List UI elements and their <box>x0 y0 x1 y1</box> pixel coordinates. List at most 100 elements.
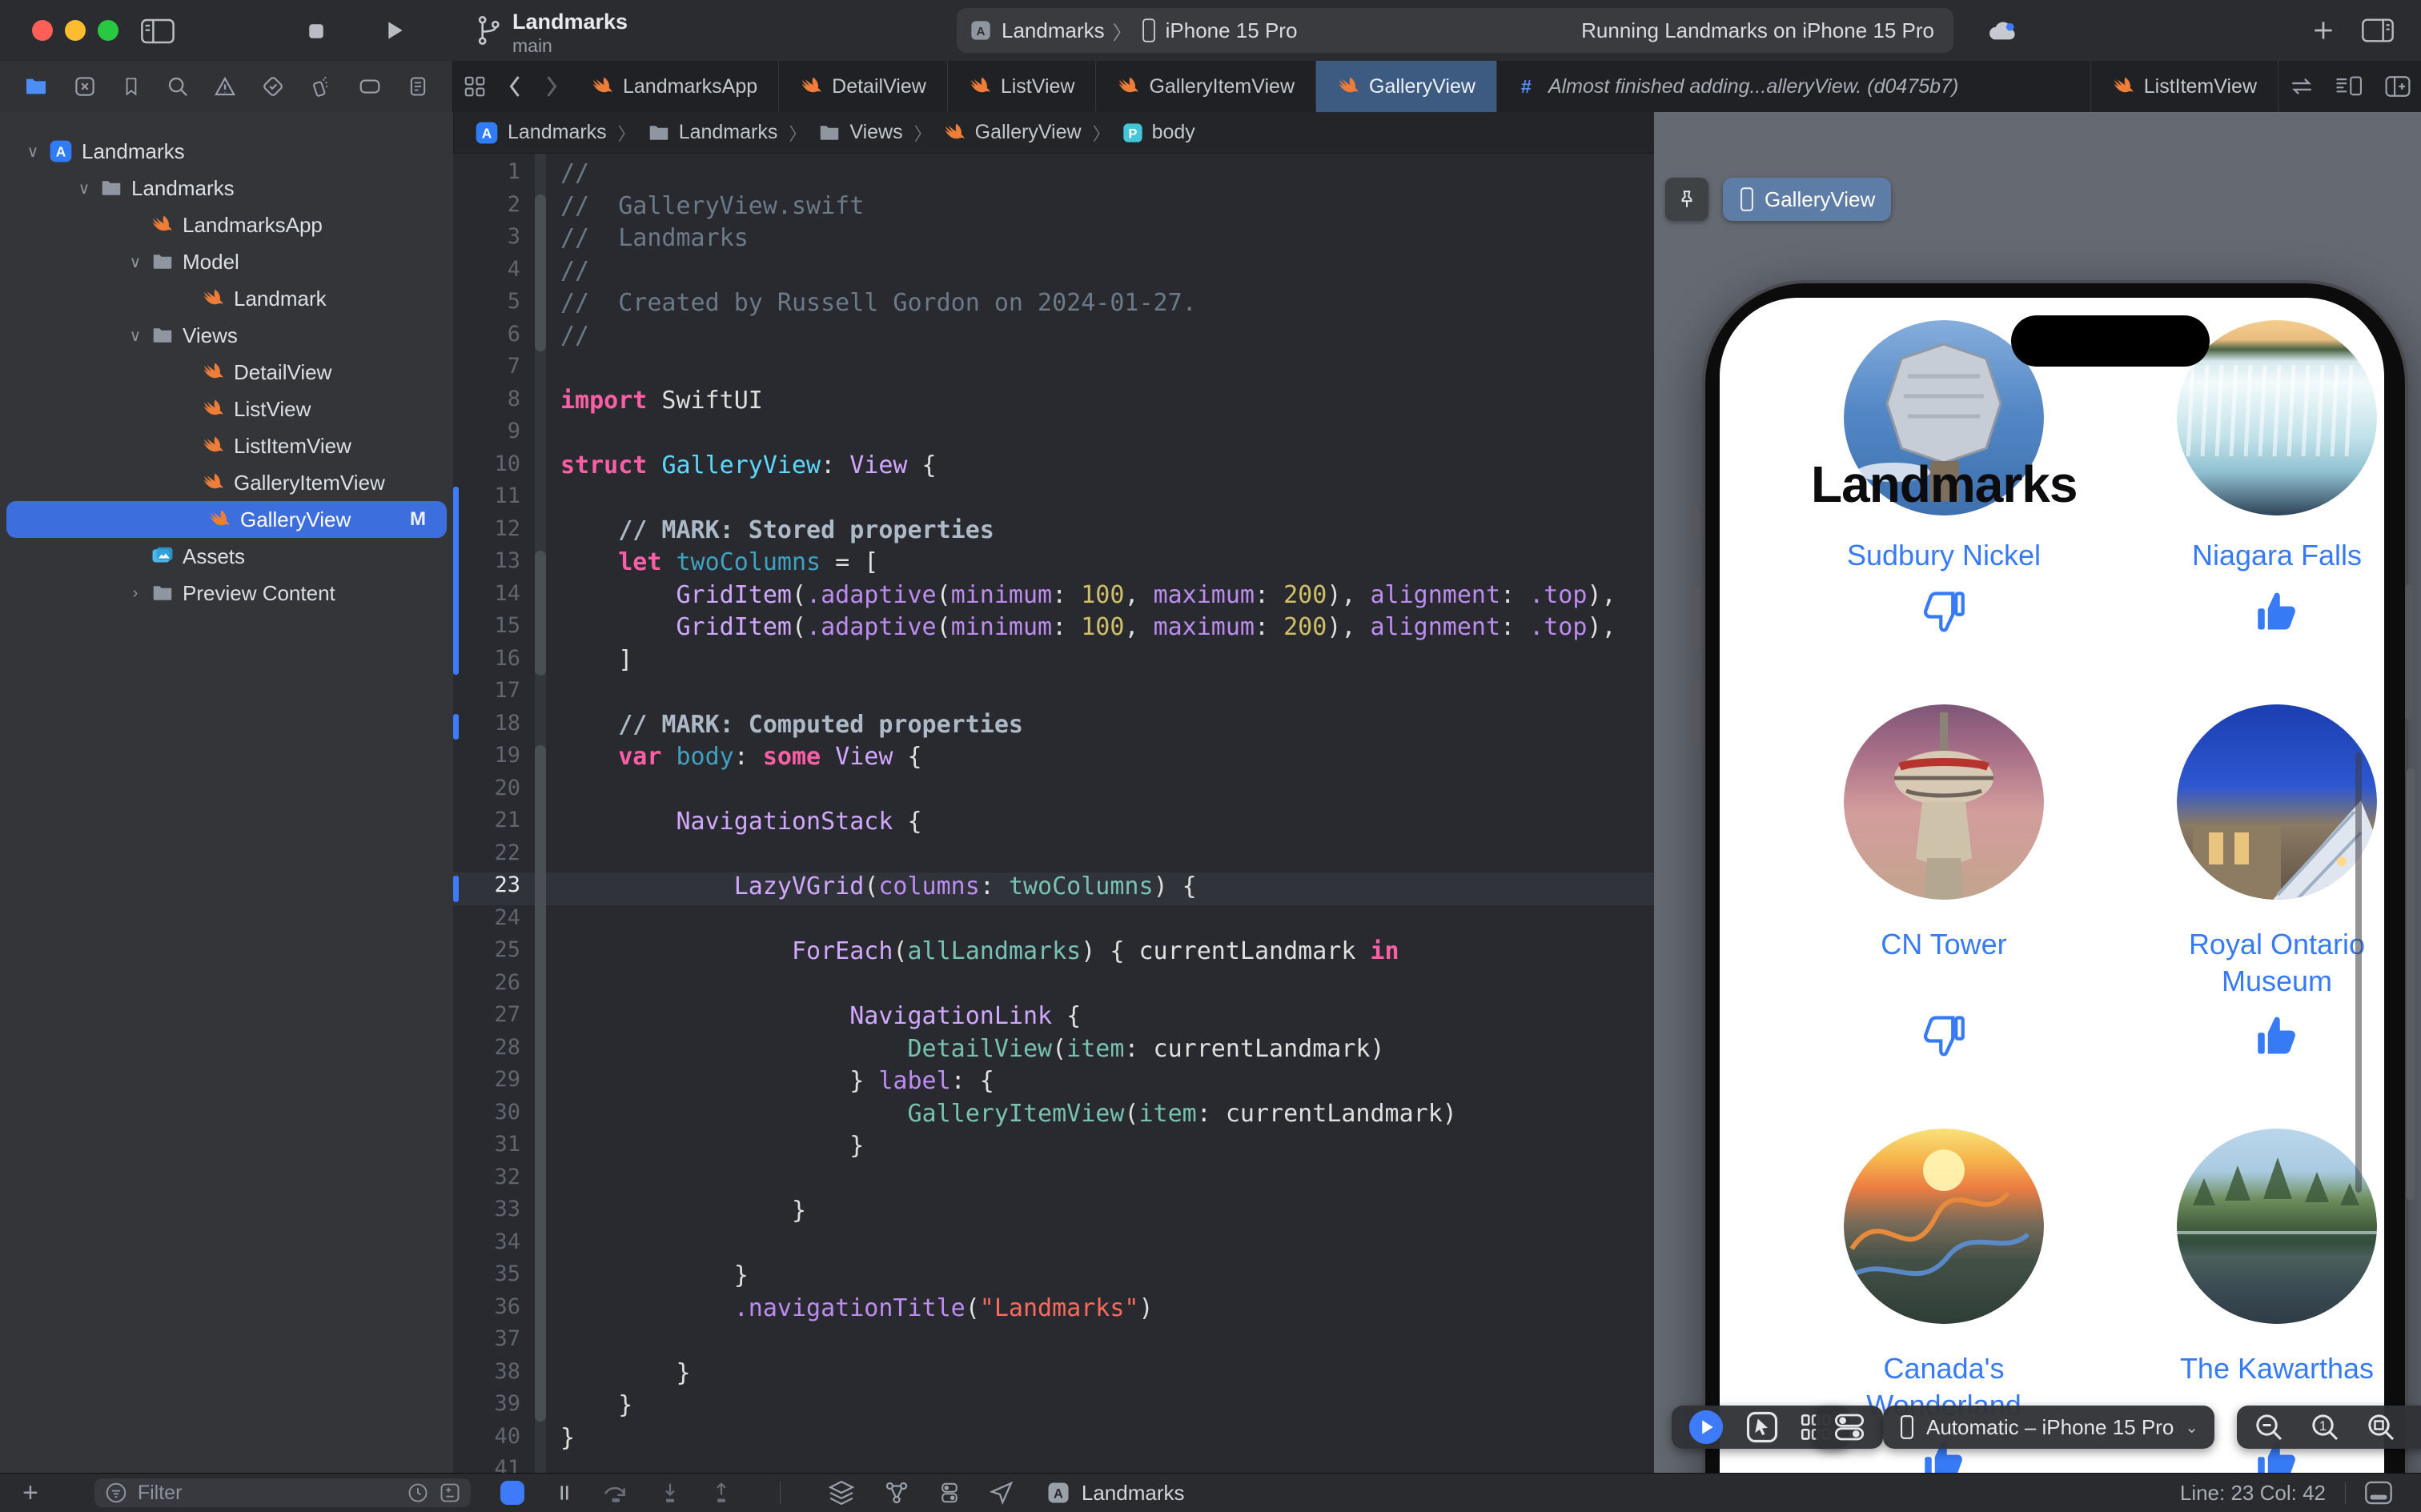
gallery-item-label[interactable]: Sudbury Nickel <box>1808 537 2080 574</box>
sidebar-item-landmarks[interactable]: ∨Landmarks <box>0 170 453 207</box>
code-line-27[interactable]: 27 NavigationLink { <box>453 1002 1654 1035</box>
code-line-10[interactable]: 10struct GalleryView: View { <box>453 451 1654 484</box>
code-line-25[interactable]: 25 ForEach(allLandmarks) { currentLandma… <box>453 937 1654 970</box>
vote-down-icon[interactable] <box>1920 1012 1968 1060</box>
gallery-item-image-wonderland[interactable] <box>1844 1129 2044 1324</box>
view-debugger-button[interactable] <box>827 1479 856 1506</box>
code-line-9[interactable]: 9 <box>453 419 1654 451</box>
tab-galleryitemview[interactable]: GalleryItemView <box>1096 61 1316 112</box>
back-icon[interactable] <box>496 61 533 112</box>
code-line-41[interactable]: 41 <box>453 1456 1654 1473</box>
minimize-window-button[interactable] <box>65 20 86 41</box>
code-line-19[interactable]: 19 var body: some View { <box>453 743 1654 776</box>
gallery-item-image-cntower[interactable] <box>1844 704 2044 900</box>
project-navigator-icon[interactable] <box>23 74 49 99</box>
code-line-16[interactable]: 16 ] <box>453 646 1654 679</box>
breadcrumb-item-landmarks[interactable]: Landmarks <box>647 121 778 145</box>
code-line-20[interactable]: 20 <box>453 776 1654 808</box>
disclosure-open-icon[interactable]: ∨ <box>125 252 146 272</box>
breakpoints-toggle[interactable] <box>498 1478 527 1507</box>
code-line-24[interactable]: 24 <box>453 905 1654 938</box>
code-line-13[interactable]: 13 let twoColumns = [ <box>453 548 1654 581</box>
code-line-38[interactable]: 38 } <box>453 1359 1654 1392</box>
preview-device-pill[interactable]: Automatic – iPhone 15 Pro ⌄ <box>1883 1406 2214 1449</box>
bookmarks-icon[interactable] <box>121 74 142 98</box>
related-items-icon[interactable] <box>2278 61 2325 112</box>
live-preview-button[interactable] <box>1688 1409 1724 1446</box>
toggle-inspector-icon[interactable] <box>2362 18 2394 43</box>
tab-galleryview[interactable]: GalleryView <box>1316 61 1497 112</box>
code-line-34[interactable]: 34 <box>453 1229 1654 1262</box>
code-line-39[interactable]: 39 } <box>453 1391 1654 1424</box>
code-line-15[interactable]: 15 GridItem(.adaptive(minimum: 100, maxi… <box>453 613 1654 646</box>
code-line-32[interactable]: 32 <box>453 1165 1654 1197</box>
toggle-debug-area-icon[interactable] <box>2365 1481 2392 1505</box>
memory-graph-button[interactable] <box>883 1479 910 1506</box>
scheme-device[interactable]: iPhone 15 Pro <box>1166 18 1298 43</box>
scheme-selector[interactable]: A Landmarks 〉 iPhone 15 Pro Running Land… <box>957 8 1953 53</box>
step-over-button[interactable] <box>602 1480 631 1506</box>
sidebar-item-preview-content[interactable]: ›Preview Content <box>0 575 453 612</box>
code-line-11[interactable]: 11 <box>453 483 1654 516</box>
zoom-out-button[interactable] <box>2253 1411 2285 1443</box>
close-window-button[interactable] <box>32 20 53 41</box>
code-line-17[interactable]: 17 <box>453 678 1654 711</box>
breadcrumb-item-body[interactable]: Pbody <box>1122 121 1195 144</box>
sidebar-item-detailview[interactable]: DetailView <box>0 354 453 391</box>
sidebar-item-model[interactable]: ∨Model <box>0 243 453 280</box>
sidebar-item-galleryitemview[interactable]: GalleryItemView <box>0 464 453 501</box>
code-line-22[interactable]: 22 <box>453 840 1654 873</box>
code-line-14[interactable]: 14 GridItem(.adaptive(minimum: 100, maxi… <box>453 581 1654 614</box>
stop-button[interactable] <box>304 19 328 43</box>
code-line-7[interactable]: 7 <box>453 354 1654 387</box>
vote-up-icon[interactable] <box>2253 588 2301 636</box>
sidebar-item-listitemview[interactable]: ListItemView <box>0 427 453 464</box>
source-control-icon[interactable] <box>73 74 97 98</box>
sidebar-item-landmarks[interactable]: ∨ALandmarks <box>0 133 453 170</box>
gallery-item-label[interactable]: CN Tower <box>1808 926 2080 963</box>
code-line-21[interactable]: 21 NavigationStack { <box>453 808 1654 840</box>
add-tab-button[interactable] <box>2311 18 2336 43</box>
code-line-4[interactable]: 4// <box>453 257 1654 290</box>
fold-segment[interactable] <box>535 195 546 352</box>
forward-icon[interactable] <box>533 61 570 112</box>
add-filter-button[interactable]: + <box>22 1478 38 1509</box>
code-line-40[interactable]: 40} <box>453 1424 1654 1457</box>
simulate-location-button[interactable] <box>989 1480 1014 1506</box>
vote-down-icon[interactable] <box>1920 588 1968 636</box>
code-line-36[interactable]: 36 .navigationTitle("Landmarks") <box>453 1294 1654 1327</box>
breadcrumb-item-views[interactable]: Views <box>817 121 902 145</box>
pause-debug-button[interactable] <box>554 1479 575 1506</box>
tab-listview[interactable]: ListView <box>948 61 1097 112</box>
toggle-navigator-icon[interactable] <box>141 18 175 45</box>
gallery-item-label[interactable]: Niagara Falls <box>2141 537 2384 574</box>
breadcrumb-item-galleryview[interactable]: GalleryView <box>943 121 1082 145</box>
code-line-31[interactable]: 31 } <box>453 1132 1654 1165</box>
sidebar-item-galleryview[interactable]: GalleryViewM <box>6 501 447 538</box>
sidebar-item-landmarksapp[interactable]: LandmarksApp <box>0 207 453 243</box>
line-col-indicator[interactable]: Line: 23 Col: 42 <box>2180 1481 2326 1506</box>
sidebar-item-landmark[interactable]: Landmark <box>0 280 453 317</box>
fold-segment[interactable] <box>535 551 546 676</box>
step-into-button[interactable] <box>658 1480 682 1506</box>
editor-options-icon[interactable] <box>2325 61 2375 112</box>
disclosure-closed-icon[interactable]: › <box>125 584 146 603</box>
code-line-33[interactable]: 33 } <box>453 1197 1654 1229</box>
code-line-23[interactable]: 23 LazyVGrid(columns: twoColumns) { <box>453 872 1654 905</box>
environment-overrides-button[interactable] <box>937 1479 962 1506</box>
preview-target-chip[interactable]: GalleryView <box>1723 178 1891 221</box>
code-line-6[interactable]: 6// <box>453 322 1654 355</box>
tests-icon[interactable] <box>261 74 285 98</box>
filter-field[interactable]: Filter <box>94 1478 471 1507</box>
add-editor-icon[interactable] <box>2375 61 2421 112</box>
zoom-fit-button[interactable] <box>2365 1411 2397 1443</box>
gallery-item-image-rom[interactable] <box>2177 704 2377 900</box>
filter-scope-icon[interactable] <box>439 1482 461 1504</box>
pin-preview-button[interactable] <box>1665 178 1708 221</box>
breadcrumb-item-landmarks[interactable]: ALandmarks <box>474 120 607 146</box>
tab-landmarksapp[interactable]: LandmarksApp <box>570 61 779 112</box>
code-line-8[interactable]: 8import SwiftUI <box>453 387 1654 419</box>
cloud-status-icon[interactable] <box>1985 18 2018 43</box>
screen-scrollbar[interactable] <box>2355 752 2362 1193</box>
code-line-26[interactable]: 26 <box>453 970 1654 1003</box>
